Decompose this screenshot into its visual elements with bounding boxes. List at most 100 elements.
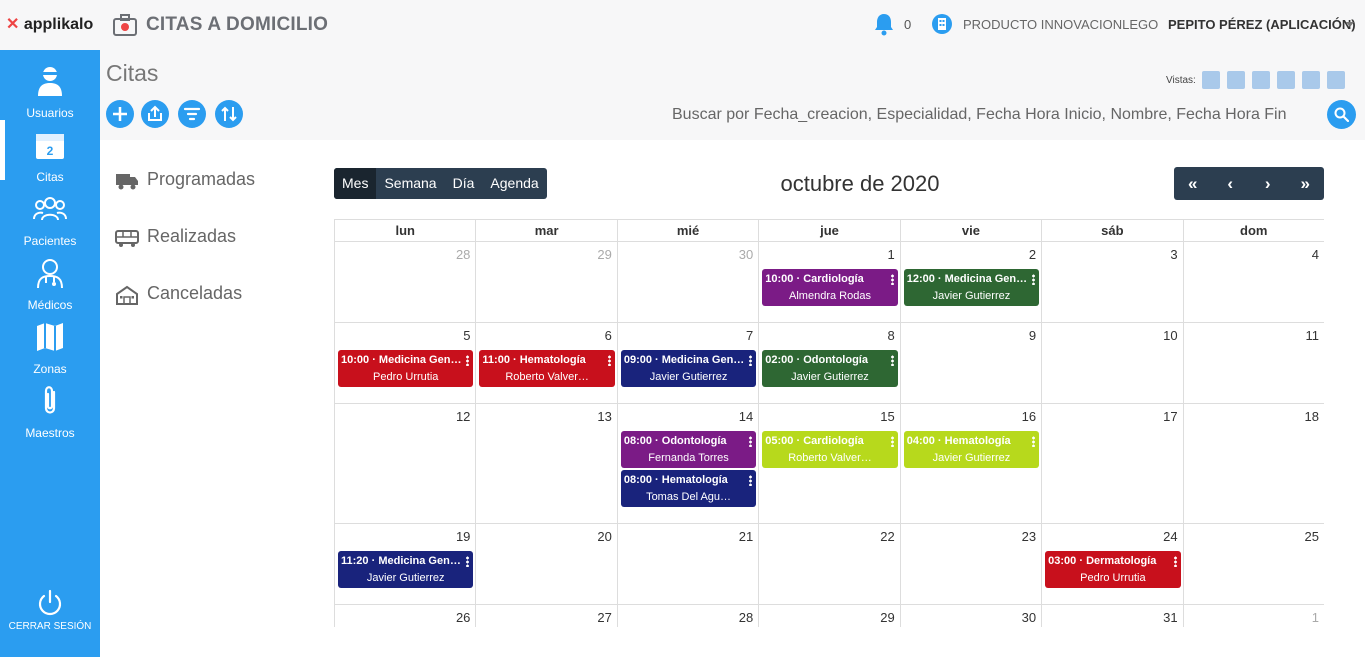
day-cell[interactable]: 18 [1183,404,1324,524]
user-menu[interactable]: PEPITO PÉREZ (APLICACIÓN) [1168,17,1356,32]
day-cell[interactable]: 25 [1183,524,1324,605]
day-cell[interactable]: 27 [476,605,618,627]
day-cell[interactable]: 30 [901,605,1043,627]
day-number[interactable]: 29 [880,610,894,625]
more-options-icon[interactable] [1173,556,1177,567]
previous-button[interactable]: ‹ [1212,167,1250,200]
more-options-icon[interactable] [1032,436,1036,447]
appointment-event[interactable]: 03:00 · Dermatología Pedro Urrutia [1045,551,1181,588]
day-number[interactable]: 20 [597,529,611,544]
more-options-icon[interactable] [607,355,611,366]
table-view-icon[interactable] [1202,71,1220,89]
appointment-event[interactable]: 11:20 · Medicina Gen… Javier Gutierrez [338,551,474,588]
day-number[interactable]: 19 [456,529,470,544]
day-number[interactable]: 7 [746,328,753,343]
day-number[interactable]: 6 [605,328,612,343]
list-view-icon[interactable] [1252,71,1270,89]
day-number[interactable]: 14 [739,409,753,424]
kanban-view-icon[interactable] [1302,71,1320,89]
more-options-icon[interactable] [1032,274,1036,285]
search-button[interactable] [1327,100,1356,129]
day-number[interactable]: 31 [1163,610,1177,625]
more-options-icon[interactable] [749,436,753,447]
day-cell[interactable]: 21 [617,524,760,605]
day-cell[interactable]: 4 [1183,242,1324,323]
appointment-event[interactable]: 10:00 · Cardiología Almendra Rodas [762,269,898,306]
sidebar-item-pacientes[interactable]: Pacientes [0,184,100,248]
product-name[interactable]: PRODUCTO INNOVACIONLEGO [963,17,1158,32]
day-number[interactable]: 27 [597,610,611,625]
day-number[interactable]: 13 [597,409,611,424]
appointment-event[interactable]: 05:00 · Cardiología Roberto Valver… [762,431,898,468]
more-options-icon[interactable] [890,355,894,366]
appointment-event[interactable]: 12:00 · Medicina Gen… Javier Gutierrez [903,269,1040,306]
more-options-icon[interactable] [890,274,894,285]
day-number[interactable]: 4 [1312,247,1319,262]
sidebar-item-citas[interactable]: 2 Citas [0,120,100,184]
sidebar-item-medicos[interactable]: Médicos [0,248,100,312]
bell-icon[interactable] [873,12,895,36]
day-number[interactable]: 25 [1305,529,1319,544]
chevron-down-icon[interactable] [1346,22,1354,27]
export-button[interactable] [141,100,169,128]
day-number[interactable]: 1 [1312,610,1319,625]
grid-view-icon[interactable] [1227,71,1245,89]
last-page-button[interactable]: » [1287,167,1325,200]
day-number[interactable]: 30 [739,247,753,262]
day-cell[interactable]: 20 [476,524,618,605]
day-cell[interactable]: 29 [476,242,618,323]
day-number[interactable]: 10 [1163,328,1177,343]
day-number[interactable]: 26 [456,610,470,625]
day-cell[interactable]: 31 [1042,605,1184,627]
day-number[interactable]: 2 [1029,247,1036,262]
day-cell[interactable]: 22 [759,524,901,605]
more-options-icon[interactable] [890,436,894,447]
view-month-button[interactable]: Mes [334,168,377,199]
day-cell[interactable]: 12 [335,404,477,524]
appointment-event[interactable]: 08:00 · Odontología Fernanda Torres [620,431,757,468]
map-view-icon[interactable] [1327,71,1345,89]
day-cell[interactable]: 3 [1042,242,1184,323]
day-cell[interactable]: 26 [335,605,477,627]
sidebar-item-zonas[interactable]: Zonas [0,312,100,376]
day-cell[interactable]: 11 [1183,323,1324,404]
appointment-event[interactable]: 04:00 · Hematología Javier Gutierrez [903,431,1040,468]
view-day-button[interactable]: Día [445,168,483,199]
appointment-event[interactable]: 09:00 · Medicina Gen… Javier Gutierrez [620,350,757,387]
day-number[interactable]: 15 [880,409,894,424]
filter-button[interactable] [178,100,206,128]
day-cell[interactable]: 29 [759,605,901,627]
view-week-button[interactable]: Semana [376,168,444,199]
view-agenda-button[interactable]: Agenda [482,168,546,199]
day-number[interactable]: 8 [887,328,894,343]
day-number[interactable]: 28 [456,247,470,262]
day-cell[interactable]: 23 [900,524,1043,605]
more-options-icon[interactable] [466,556,470,567]
day-cell[interactable]: 30 [617,242,760,323]
day-number[interactable]: 23 [1022,529,1036,544]
day-number[interactable]: 12 [456,409,470,424]
day-number[interactable]: 18 [1305,409,1319,424]
day-cell[interactable]: 28 [618,605,760,627]
day-cell[interactable]: 13 [476,404,618,524]
next-button[interactable]: › [1249,167,1287,200]
day-number[interactable]: 30 [1022,610,1036,625]
day-number[interactable]: 1 [887,247,894,262]
more-options-icon[interactable] [466,355,470,366]
first-page-button[interactable]: « [1174,167,1212,200]
appointment-event[interactable]: 08:00 · Hematología Tomas Del Agu… [620,470,757,507]
sort-button[interactable] [215,100,243,128]
sidebar-item-maestros[interactable]: Maestros [0,376,100,440]
more-options-icon[interactable] [749,475,753,486]
day-number[interactable]: 24 [1163,529,1177,544]
day-number[interactable]: 9 [1029,328,1036,343]
day-cell[interactable]: 28 [335,242,477,323]
day-number[interactable]: 17 [1163,409,1177,424]
add-button[interactable] [106,100,134,128]
day-number[interactable]: 11 [1305,328,1319,343]
day-number[interactable]: 16 [1022,409,1036,424]
day-number[interactable]: 28 [739,610,753,625]
day-cell[interactable]: 9 [900,323,1043,404]
tiles-view-icon[interactable] [1277,71,1295,89]
appointment-event[interactable]: 11:00 · Hematología Roberto Valver… [479,350,615,387]
